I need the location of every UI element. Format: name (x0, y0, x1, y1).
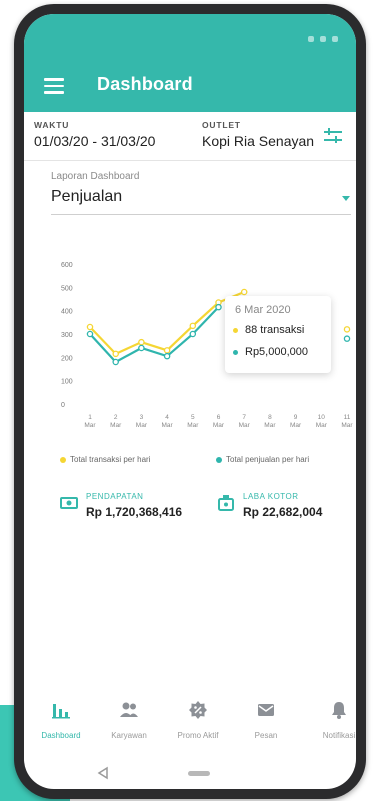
promo-badge-icon (189, 701, 207, 719)
x-tick-label: Mar (290, 422, 302, 429)
x-tick-label: Mar (136, 422, 148, 429)
x-tick-label: Mar (341, 422, 353, 429)
nav-item-pesan[interactable]: Pesan (233, 700, 299, 740)
legend-item-transactions: Total transaksi per hari (60, 455, 150, 464)
data-point[interactable] (112, 358, 119, 366)
data-point[interactable] (86, 330, 94, 338)
teal-dot-icon (216, 456, 222, 463)
sales-line-chart: 01002003004005006001Mar2Mar3Mar4Mar5Mar6… (61, 262, 353, 429)
data-point[interactable] (189, 322, 197, 330)
data-point[interactable] (138, 344, 145, 352)
y-tick-label: 200 (61, 355, 73, 362)
profit-label: LABA KOTOR (243, 492, 299, 501)
nav-item-notifikasi[interactable]: Notifikasi (306, 700, 372, 740)
x-tick-label: 1 (88, 414, 92, 421)
system-home-pill[interactable] (188, 771, 210, 776)
x-tick-label: Mar (316, 422, 328, 429)
series-line (89, 306, 220, 364)
y-tick-label: 0 (61, 402, 65, 409)
x-tick-label: Mar (110, 422, 122, 429)
x-tick-label: 3 (140, 414, 144, 421)
tooltip-sales: Rp5,000,000 (245, 346, 308, 358)
y-tick-label: 100 (61, 379, 73, 386)
x-tick-label: Mar (187, 422, 199, 429)
legend-label: Total penjualan per hari (226, 455, 310, 464)
legend-item-sales: Total penjualan per hari (216, 455, 309, 464)
data-point[interactable] (343, 326, 351, 333)
tooltip-date: 6 Mar 2020 (235, 304, 291, 316)
x-tick-label: Mar (264, 422, 276, 429)
tooltip-sales-row: Rp5,000,000 (233, 346, 308, 358)
x-tick-label: Mar (239, 422, 251, 429)
y-tick-label: 400 (61, 309, 73, 316)
yellow-dot-icon (233, 327, 238, 333)
profit-value: Rp 22,682,004 (243, 505, 323, 519)
wallet-icon (218, 495, 234, 511)
data-point[interactable] (112, 350, 119, 358)
tooltip-transactions-row: 88 transaksi (233, 324, 304, 336)
nav-item-promo-aktif[interactable]: Promo Aktif (165, 700, 231, 740)
x-tick-label: Mar (213, 422, 225, 429)
y-tick-label: 500 (61, 285, 73, 292)
bar-chart-icon (52, 704, 70, 719)
data-point[interactable] (163, 352, 171, 360)
data-point[interactable] (138, 338, 145, 346)
tooltip-transactions: 88 transaksi (245, 324, 305, 336)
nav-label: Pesan (254, 731, 278, 740)
x-tick-label: 11 (344, 414, 351, 421)
nav-label: Karyawan (111, 731, 147, 740)
yellow-dot-icon (60, 456, 66, 463)
y-tick-label: 600 (61, 262, 73, 269)
teal-dot-icon (233, 349, 238, 355)
revenue-value: Rp 1,720,368,416 (86, 505, 183, 519)
revenue-label: PENDAPATAN (86, 492, 144, 501)
system-back-icon[interactable] (96, 766, 110, 780)
x-tick-label: 5 (191, 414, 195, 421)
nav-item-karyawan[interactable]: Karyawan (96, 700, 162, 740)
nav-label: Notifikasi (322, 731, 356, 740)
bottom-navigation: Dashboard Karyawan Promo Aktif Pesan Not… (0, 700, 376, 760)
x-tick-label: 10 (318, 414, 326, 421)
x-tick-label: 9 (294, 414, 298, 421)
x-tick-label: 2 (114, 414, 118, 421)
nav-item-dashboard[interactable]: Dashboard (28, 700, 94, 740)
chart-tooltip: 6 Mar 2020 88 transaksi Rp5,000,000 (225, 296, 331, 373)
x-tick-label: 7 (242, 414, 246, 421)
x-tick-label: Mar (161, 422, 173, 429)
x-tick-label: 4 (165, 414, 169, 421)
x-tick-label: 8 (268, 414, 272, 421)
data-point[interactable] (189, 330, 197, 338)
x-tick-label: Mar (84, 422, 96, 429)
data-point[interactable] (163, 347, 171, 354)
data-point[interactable] (240, 288, 248, 296)
legend-label: Total transaksi per hari (70, 455, 151, 464)
x-tick-label: 6 (217, 414, 221, 421)
nav-label: Promo Aktif (177, 731, 219, 740)
money-icon (60, 497, 78, 509)
mail-icon (258, 704, 274, 716)
data-point[interactable] (86, 323, 94, 331)
people-icon (120, 702, 138, 717)
data-point[interactable] (343, 335, 351, 342)
nav-label: Dashboard (41, 731, 81, 740)
data-point[interactable] (215, 303, 222, 311)
bell-icon (332, 702, 346, 719)
y-tick-label: 300 (61, 332, 73, 339)
